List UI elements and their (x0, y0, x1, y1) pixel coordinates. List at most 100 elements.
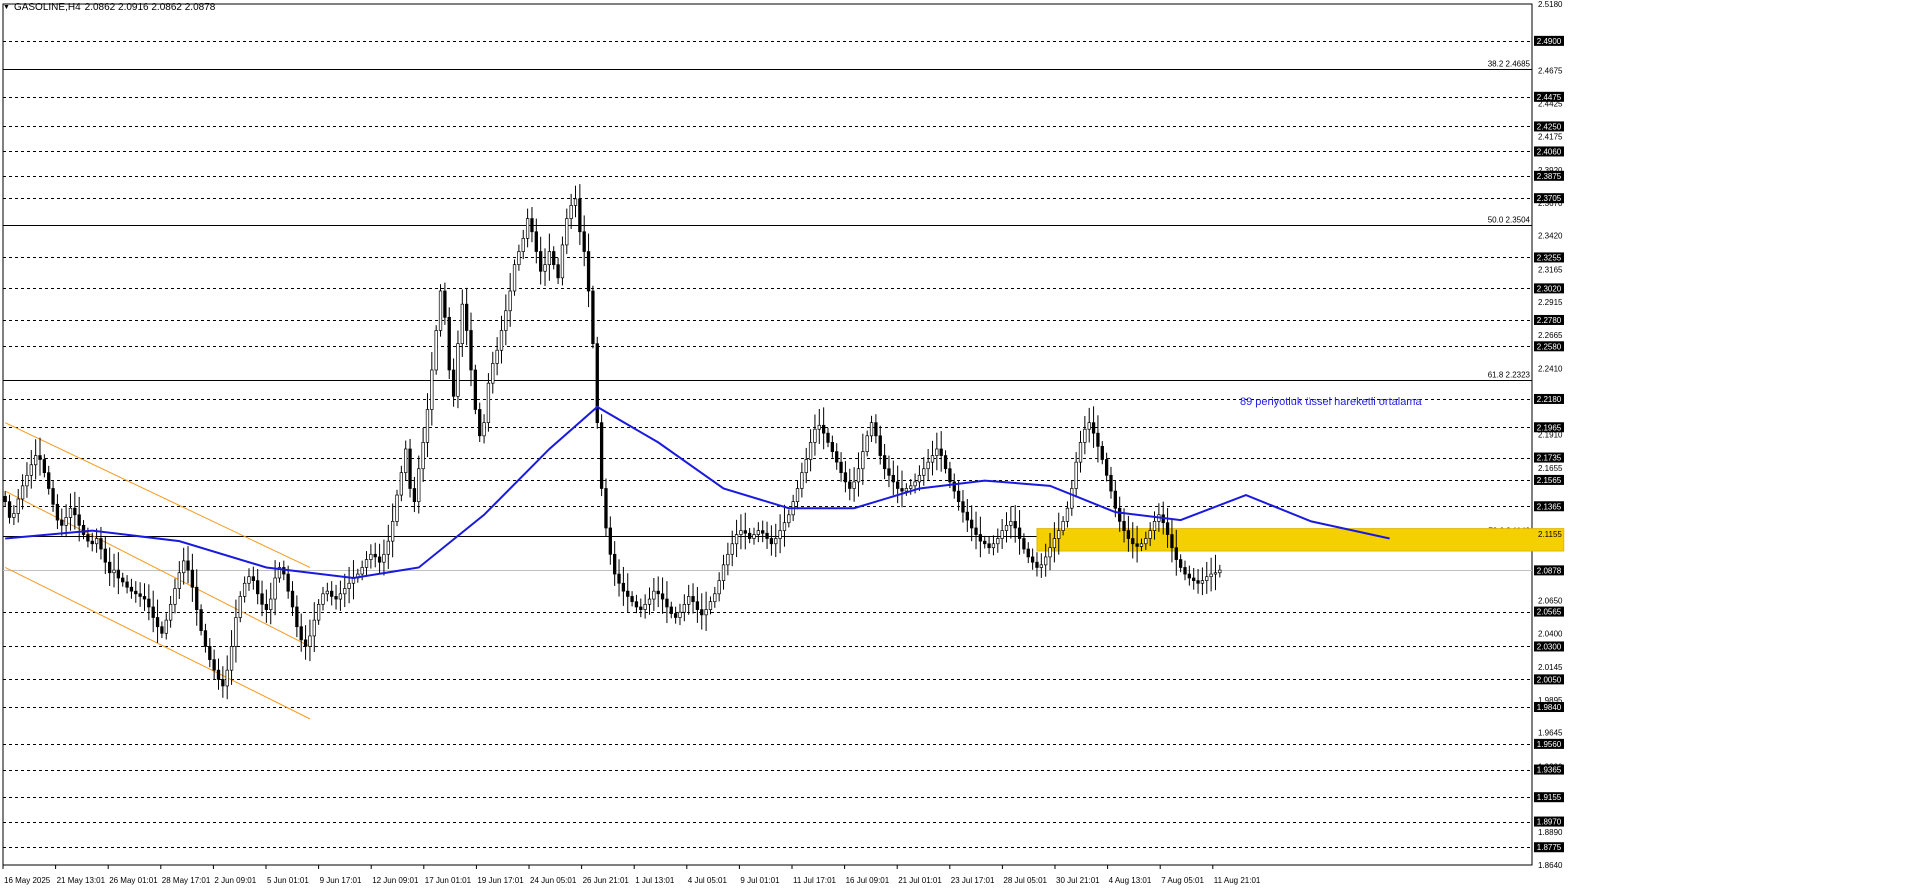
price-tick-label: 2.0145 (1538, 663, 1563, 672)
candle-body (1078, 442, 1083, 463)
candle-body (578, 198, 582, 233)
candle-body (412, 488, 417, 502)
candle-body (821, 424, 826, 434)
price-tick-label: 2.1655 (1538, 464, 1563, 473)
price-tick-label: 2.4175 (1538, 132, 1563, 141)
candle-body (743, 530, 747, 534)
candle-body (264, 603, 269, 610)
candle-body (486, 382, 491, 424)
price-tick-label: 2.4675 (1538, 66, 1563, 75)
level-price-label: 2.2180 (1537, 395, 1562, 404)
candle-body (1048, 547, 1052, 558)
candle-body (478, 409, 482, 437)
candle-body (1165, 522, 1170, 535)
level-price-label: 1.9365 (1537, 766, 1562, 775)
symbol-label: GASOLINE,H4 (13, 2, 81, 13)
candle-body (887, 468, 891, 476)
candle-body (203, 630, 208, 647)
candle-body (138, 593, 142, 597)
candle-body (647, 598, 652, 605)
candle-body (756, 530, 760, 535)
candle-body (852, 481, 856, 489)
candle-body (882, 455, 887, 470)
price-tick-label: 1.8640 (1538, 861, 1563, 870)
candle-body (1122, 521, 1126, 531)
candle-body (1183, 567, 1187, 575)
candle-body (1030, 556, 1035, 563)
candle-body (1187, 573, 1191, 579)
candle-body (652, 590, 656, 600)
candle-body (16, 498, 20, 514)
candle-body (560, 244, 565, 279)
candle-body (404, 448, 408, 474)
candle-body (73, 507, 77, 516)
candle-body (939, 448, 943, 456)
candle-body (717, 580, 721, 595)
candle-body (582, 231, 586, 252)
candle-body (142, 596, 147, 600)
candle-body (338, 593, 343, 600)
price-tick-label: 2.3165 (1538, 265, 1563, 274)
candle-body (865, 435, 869, 452)
candle-body (987, 543, 991, 549)
candle-body (469, 330, 473, 371)
candle-body (1074, 461, 1078, 489)
channel-line (4, 422, 311, 568)
candle-body (904, 488, 909, 492)
candle-body (1170, 534, 1174, 549)
candle-body (438, 290, 443, 331)
level-price-label: 2.0050 (1537, 675, 1562, 684)
candle-body (499, 330, 504, 351)
ema-line (5, 405, 1390, 580)
candle-body (1096, 432, 1100, 447)
candle-body (769, 538, 774, 545)
candle-body (639, 606, 643, 610)
candle-body (669, 606, 673, 614)
candle-body (238, 596, 242, 618)
candle-body (1174, 547, 1178, 560)
candle-body (364, 559, 369, 568)
candle-body (970, 519, 974, 529)
candle-body (965, 511, 969, 521)
candle-body (1218, 569, 1222, 574)
candle-body (312, 619, 316, 637)
candle-body (682, 603, 686, 613)
candle-body (12, 513, 16, 518)
candle-body (1192, 577, 1196, 581)
price-tick-label: 1.8890 (1538, 828, 1563, 837)
time-tick-label: 21 Jul 01:01 (898, 876, 942, 885)
candle-body (3, 496, 7, 502)
candle-body (856, 468, 861, 483)
candle-body (1091, 422, 1096, 434)
candle-body (704, 609, 708, 616)
candle-body (177, 572, 181, 589)
candle-body (687, 596, 691, 605)
candle-body (678, 611, 682, 618)
time-tick-label: 4 Jul 05:01 (688, 876, 728, 885)
price-chart[interactable]: 38.2 2.468550.0 2.350461.8 2.232373.6 2.… (0, 0, 1916, 888)
candle-body (896, 481, 900, 489)
candle-body (108, 561, 112, 574)
candle-body (208, 646, 212, 660)
candle-body (1061, 521, 1065, 531)
channel-line (4, 567, 311, 720)
dropdown-triangle-icon[interactable]: ▼ (3, 4, 10, 11)
candle-body (525, 218, 530, 239)
candle-body (456, 343, 460, 397)
candle-body (830, 442, 835, 452)
candle-body (1083, 428, 1087, 443)
fib-label: 38.2 2.4685 (1488, 60, 1531, 69)
price-tick-label: 2.0650 (1538, 596, 1563, 605)
price-tick-label: 2.1155 (1538, 530, 1562, 539)
candle-body (347, 582, 351, 589)
candle-body (556, 264, 560, 279)
candle-body (55, 503, 60, 521)
candle-body (360, 567, 364, 575)
time-tick-label: 11 Jul 17:01 (793, 876, 837, 885)
candle-body (1065, 507, 1070, 522)
candle-body (434, 330, 438, 371)
candle-body (1131, 538, 1135, 545)
candle-body (465, 303, 469, 331)
time-tick-label: 16 Jul 09:01 (846, 876, 890, 885)
candle-body (316, 603, 321, 621)
